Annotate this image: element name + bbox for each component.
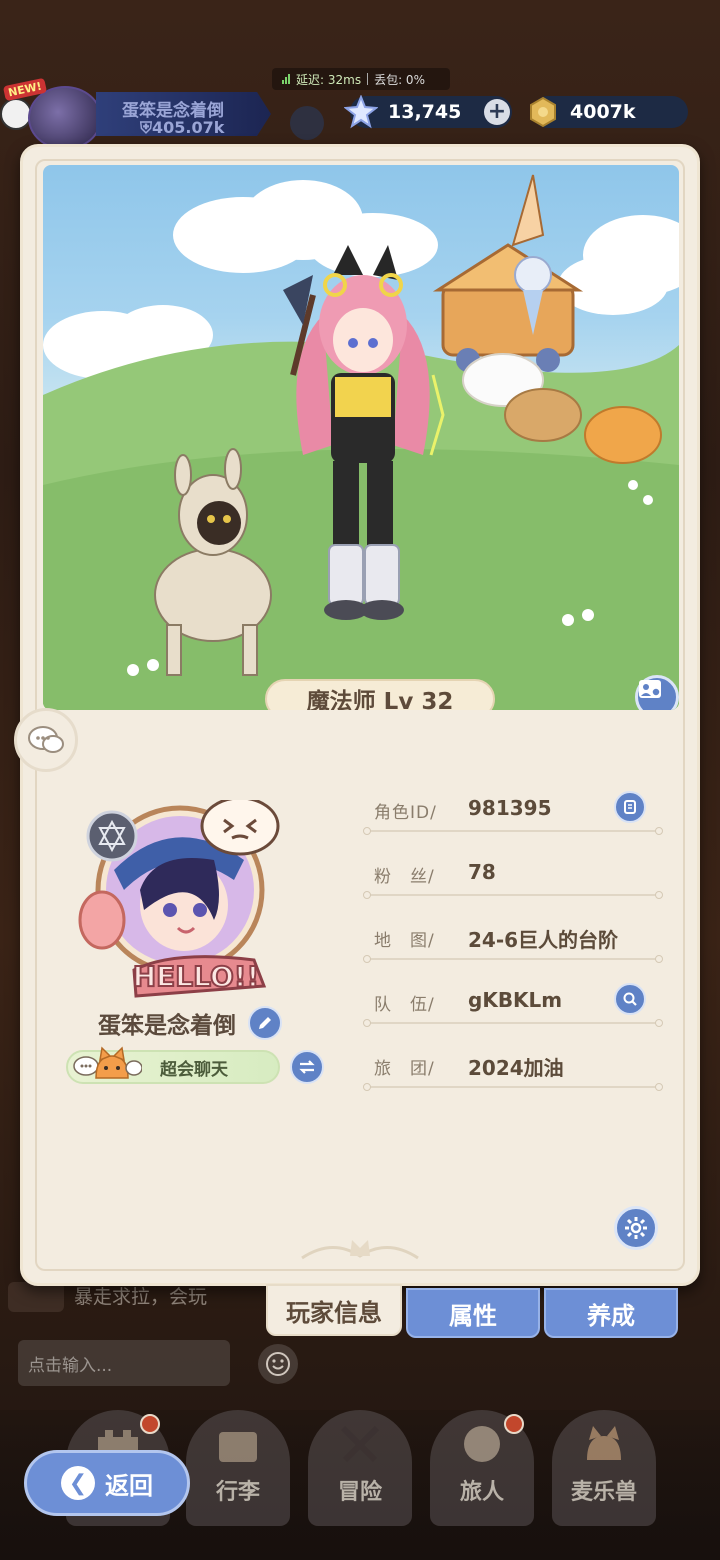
search-team-button[interactable] <box>614 983 646 1015</box>
player-avatar[interactable]: HELLO!! <box>74 796 280 1000</box>
player-name-row: 蛋笨是念着倒 <box>98 1006 282 1040</box>
card-ornament <box>292 1232 428 1272</box>
search-icon <box>623 992 637 1006</box>
tab-player-info[interactable]: 玩家信息 <box>266 1284 402 1336</box>
gear-icon <box>625 1217 647 1239</box>
edit-name-button[interactable] <box>248 1006 282 1040</box>
back-arrow-icon: ❮ <box>61 1466 95 1500</box>
fox-chat-icon <box>73 1046 142 1079</box>
emoji-button[interactable] <box>258 1344 298 1384</box>
player-chip-power: ⛨405.07k <box>140 118 225 137</box>
star-icon <box>344 95 378 129</box>
chat-input[interactable]: 点击输入... <box>18 1340 230 1386</box>
row-divider <box>363 1019 663 1027</box>
class-level-text: 魔法师 Lv 32 <box>306 689 454 710</box>
player-title-chip[interactable]: 超会聊天 <box>66 1046 280 1084</box>
scene-illustration <box>43 174 679 710</box>
gold-amount: 4007k <box>570 101 636 123</box>
avatar-mini <box>28 86 102 150</box>
hello-banner-text: HELLO!! <box>133 960 260 993</box>
nav-label: 麦乐兽 <box>570 1480 637 1505</box>
gold-coin-icon <box>526 95 560 129</box>
nav-luggage[interactable]: 行李 <box>186 1410 290 1526</box>
nav-label: 旅人 <box>459 1480 504 1505</box>
info-row-map: 地 图/ 24-6巨人的台阶 <box>363 920 663 963</box>
notification-dot <box>504 1414 524 1434</box>
pencil-icon <box>259 1017 271 1029</box>
chat-bubbles-icon <box>28 726 64 753</box>
info-row-team: 队 伍/ gKBKLm <box>363 983 663 1027</box>
switch-title-button[interactable] <box>290 1050 324 1084</box>
crossed-swords-icon <box>340 1425 380 1463</box>
player-name: 蛋笨是念着倒 <box>98 1013 236 1039</box>
info-label: 角色ID/ <box>374 803 437 823</box>
player-chip-power-value: 405.07k <box>152 118 225 137</box>
tab-cultivate[interactable]: 养成 <box>544 1288 678 1338</box>
star-currency: 13,745 + <box>344 95 512 129</box>
row-divider <box>363 827 663 835</box>
nav-traveler[interactable]: 旅人 <box>430 1410 534 1526</box>
info-value: 2024加油 <box>468 1056 564 1080</box>
chat-toggle-button[interactable] <box>14 708 78 772</box>
chat-message: 暴走求拉，会玩 <box>74 1286 208 1308</box>
nav-label: 冒险 <box>337 1480 382 1505</box>
player-info-card: 魔法师 Lv 32 <box>20 144 700 1286</box>
swap-arrows-icon <box>299 1060 315 1074</box>
back-label: 返回 <box>105 1471 153 1500</box>
nav-adventure[interactable]: 冒险 <box>308 1410 412 1526</box>
copy-id-button[interactable] <box>614 791 646 823</box>
copy-icon <box>624 800 636 814</box>
character-scene: 魔法师 Lv 32 <box>43 165 679 710</box>
row-divider <box>363 955 663 963</box>
info-row-role-id: 角色ID/ 981395 <box>363 791 663 835</box>
player-title: 超会聊天 <box>160 1059 228 1080</box>
row-divider <box>363 1083 663 1091</box>
info-row-guild: 旅 团/ 2024加油 <box>363 1048 663 1091</box>
latency-text: 延迟: 32ms <box>296 72 362 87</box>
nav-label: 行李 <box>215 1480 260 1505</box>
traveler-portrait-icon <box>464 1426 500 1462</box>
back-button[interactable]: ❮ 返回 <box>24 1450 190 1516</box>
info-label: 地 图/ <box>374 931 435 951</box>
info-value: gKBKLm <box>468 988 563 1012</box>
settings-button[interactable] <box>614 1206 658 1250</box>
class-level-badge: 魔法师 Lv 32 <box>265 679 495 710</box>
info-row-fans: 粉 丝/ 78 <box>363 856 663 899</box>
signal-icon <box>282 74 290 84</box>
pet-fox-icon <box>587 1426 621 1460</box>
event-icon[interactable] <box>290 106 324 140</box>
divider <box>367 73 369 85</box>
info-value: 24-6巨人的台阶 <box>468 928 619 952</box>
packet-loss-text: 丢包: 0% <box>374 72 425 87</box>
player-chip[interactable]: NEW! 蛋笨是念着倒 ⛨405.07k <box>0 77 280 150</box>
notification-dot <box>140 1414 160 1434</box>
title-row: 超会聊天 <box>66 1046 324 1084</box>
gold-currency: 4007k <box>530 96 688 128</box>
network-status: 延迟: 32ms 丢包: 0% <box>272 68 450 90</box>
add-stars-button[interactable]: + <box>484 99 510 125</box>
info-label: 粉 丝/ <box>374 867 435 887</box>
smile-icon <box>266 1352 290 1376</box>
info-value: 78 <box>468 860 496 884</box>
row-divider <box>363 891 663 899</box>
tab-attributes[interactable]: 属性 <box>406 1288 540 1338</box>
nav-pets[interactable]: 麦乐兽 <box>552 1410 656 1526</box>
info-label: 旅 团/ <box>374 1059 435 1079</box>
info-label: 队 伍/ <box>374 995 435 1015</box>
info-value: 981395 <box>468 796 552 820</box>
chest-icon <box>219 1432 257 1462</box>
star-amount: 13,745 <box>388 101 462 123</box>
chat-avatar <box>8 1282 64 1312</box>
portrait-card-icon <box>639 680 661 698</box>
